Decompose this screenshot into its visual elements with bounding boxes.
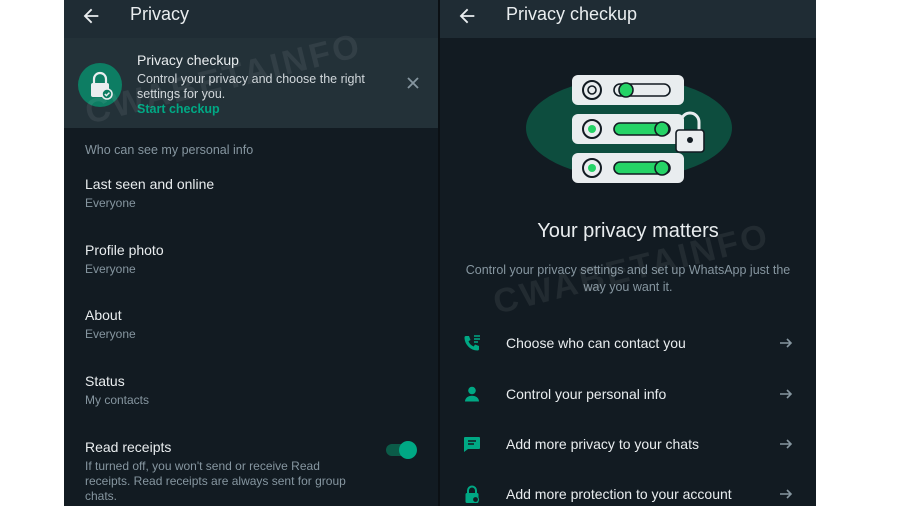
privacy-heading: Your privacy matters xyxy=(537,220,719,242)
lock-check-icon xyxy=(91,71,113,100)
read-receipts-toggle[interactable] xyxy=(384,439,418,461)
back-arrow-icon[interactable] xyxy=(456,5,478,27)
person-icon xyxy=(465,386,479,402)
page-title: Privacy xyxy=(130,4,190,24)
contact-phone-icon xyxy=(464,335,480,351)
arrow-right-icon xyxy=(780,389,793,399)
setting-about[interactable]: About Everyone xyxy=(85,307,415,342)
setting-profile-photo[interactable]: Profile photo Everyone xyxy=(85,242,415,277)
privacy-lock-badge xyxy=(78,63,122,107)
privacy-screen: Privacy Privacy checkup Control your pri… xyxy=(64,0,438,506)
setting-name: Read receipts xyxy=(85,439,172,455)
privacy-checkup-screen: Privacy checkup Your privacy matters Con… xyxy=(440,0,816,506)
option-label: Add more protection to your account xyxy=(506,486,732,502)
setting-value: Everyone xyxy=(85,327,136,341)
section-label: Who can see my personal info xyxy=(85,143,254,157)
setting-value: Everyone xyxy=(85,196,136,210)
setting-description: If turned off, you won't send or receive… xyxy=(85,459,346,503)
arrow-right-icon xyxy=(780,489,793,499)
setting-value: Everyone xyxy=(85,262,136,276)
start-checkup-link[interactable]: Start checkup xyxy=(137,102,220,116)
option-chat-privacy[interactable]: Add more privacy to your chats xyxy=(440,424,816,464)
arrow-right-icon xyxy=(780,338,793,348)
option-account-protection[interactable]: Add more protection to your account xyxy=(440,474,816,506)
banner-title: Privacy checkup xyxy=(137,52,239,68)
setting-name: Profile photo xyxy=(85,242,164,258)
privacy-illustration xyxy=(526,75,732,183)
chat-icon xyxy=(464,437,480,452)
setting-status[interactable]: Status My contacts xyxy=(85,373,415,408)
privacy-app-bar: Privacy xyxy=(64,0,438,38)
setting-name: About xyxy=(85,307,122,323)
privacy-checkup-banner[interactable]: Privacy checkup Control your privacy and… xyxy=(64,38,438,128)
option-choose-contact[interactable]: Choose who can contact you xyxy=(440,323,816,363)
toggle-knob xyxy=(399,441,417,459)
setting-name: Last seen and online xyxy=(85,176,215,192)
setting-name: Status xyxy=(85,373,125,389)
option-label: Choose who can contact you xyxy=(506,335,686,351)
arrow-right-icon xyxy=(780,439,793,449)
setting-read-receipts[interactable]: Read receipts If turned off, you won't s… xyxy=(85,439,367,504)
privacy-subtitle: Control your privacy settings and set up… xyxy=(465,263,791,294)
page-title: Privacy checkup xyxy=(506,4,638,24)
back-arrow-icon[interactable] xyxy=(80,5,102,27)
banner-description: Control your privacy and choose the righ… xyxy=(137,72,365,101)
privacy-checkup-app-bar: Privacy checkup xyxy=(440,0,816,38)
option-label: Add more privacy to your chats xyxy=(506,436,699,452)
option-personal-info[interactable]: Control your personal info xyxy=(440,374,816,414)
option-label: Control your personal info xyxy=(506,386,667,402)
lock-icon xyxy=(465,485,480,504)
setting-value: My contacts xyxy=(85,393,150,407)
close-icon[interactable] xyxy=(404,74,422,92)
setting-last-seen[interactable]: Last seen and online Everyone xyxy=(85,176,415,211)
